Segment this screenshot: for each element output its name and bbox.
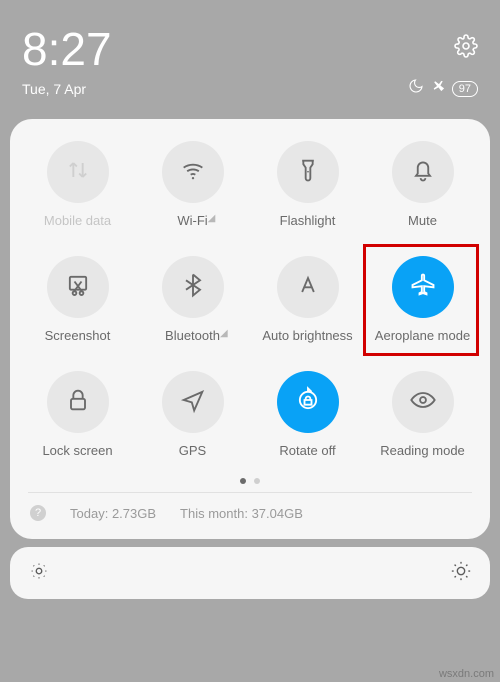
screenshot-icon bbox=[64, 271, 92, 304]
tile-label: Screenshot bbox=[45, 328, 111, 343]
dnd-moon-icon bbox=[408, 78, 424, 99]
brightness-slider[interactable] bbox=[10, 547, 490, 599]
mobile-data-icon bbox=[64, 156, 92, 189]
tile-flashlight[interactable]: Flashlight bbox=[250, 141, 365, 228]
brightness-low-icon bbox=[28, 560, 50, 587]
tile-label: Reading mode bbox=[380, 443, 465, 458]
divider bbox=[28, 492, 472, 493]
tile-screenshot[interactable]: Screenshot bbox=[20, 256, 135, 343]
tile-label: GPS bbox=[179, 443, 206, 458]
auto-brightness-icon bbox=[294, 271, 322, 304]
bluetooth-icon bbox=[179, 271, 207, 304]
tile-aeroplane-mode[interactable]: Aeroplane mode bbox=[365, 256, 480, 343]
tile-gps[interactable]: GPS bbox=[135, 371, 250, 458]
eye-icon bbox=[409, 386, 437, 419]
airplane-icon bbox=[409, 271, 437, 304]
location-arrow-icon bbox=[179, 386, 207, 419]
quick-settings-panel: Mobile data Wi-Fi ◢ Flashlight Mute Scre… bbox=[10, 119, 490, 539]
tile-label: Mobile data bbox=[44, 213, 111, 228]
page-dot-2 bbox=[254, 478, 260, 484]
usage-month-value: 37.04GB bbox=[252, 506, 303, 521]
tile-mobile-data[interactable]: Mobile data bbox=[20, 141, 135, 228]
tile-label: Rotate off bbox=[279, 443, 335, 458]
tile-label: Mute bbox=[408, 213, 437, 228]
tile-rotate-off[interactable]: Rotate off bbox=[250, 371, 365, 458]
tile-label: Lock screen bbox=[42, 443, 112, 458]
tile-label: Wi-Fi bbox=[177, 213, 207, 228]
data-usage-row[interactable]: ? Today: 2.73GB This month: 37.04GB bbox=[20, 501, 480, 525]
tile-lock-screen[interactable]: Lock screen bbox=[20, 371, 135, 458]
date: Tue, 7 Apr bbox=[22, 81, 86, 97]
watermark: wsxdn.com bbox=[439, 668, 494, 680]
expand-icon[interactable]: ◢ bbox=[220, 328, 228, 339]
lock-icon bbox=[64, 386, 92, 419]
tile-auto-brightness[interactable]: Auto brightness bbox=[250, 256, 365, 343]
tile-bluetooth[interactable]: Bluetooth ◢ bbox=[135, 256, 250, 343]
tile-reading-mode[interactable]: Reading mode bbox=[365, 371, 480, 458]
battery-indicator: 97 bbox=[452, 81, 478, 97]
clock: 8:27 bbox=[22, 22, 112, 76]
usage-today-label: Today: bbox=[70, 506, 108, 521]
airplane-status-icon bbox=[430, 78, 446, 99]
flashlight-icon bbox=[294, 156, 322, 189]
usage-month-label: This month: bbox=[180, 506, 248, 521]
wifi-icon bbox=[179, 156, 207, 189]
tile-label: Aeroplane mode bbox=[375, 328, 470, 343]
usage-today-value: 2.73GB bbox=[112, 506, 156, 521]
status-icons: 97 bbox=[408, 78, 478, 99]
tile-label: Bluetooth bbox=[165, 328, 220, 343]
info-icon: ? bbox=[30, 505, 46, 521]
bell-icon bbox=[409, 156, 437, 189]
settings-gear-icon[interactable] bbox=[454, 22, 478, 63]
page-dot-1 bbox=[240, 478, 246, 484]
tile-label: Auto brightness bbox=[262, 328, 352, 343]
rotate-lock-icon bbox=[294, 386, 322, 419]
brightness-high-icon bbox=[450, 560, 472, 587]
tile-mute[interactable]: Mute bbox=[365, 141, 480, 228]
status-bar: 8:27 Tue, 7 Apr 97 bbox=[0, 0, 500, 109]
tile-wifi[interactable]: Wi-Fi ◢ bbox=[135, 141, 250, 228]
expand-icon[interactable]: ◢ bbox=[208, 213, 216, 224]
tile-label: Flashlight bbox=[280, 213, 336, 228]
page-indicator bbox=[20, 478, 480, 484]
